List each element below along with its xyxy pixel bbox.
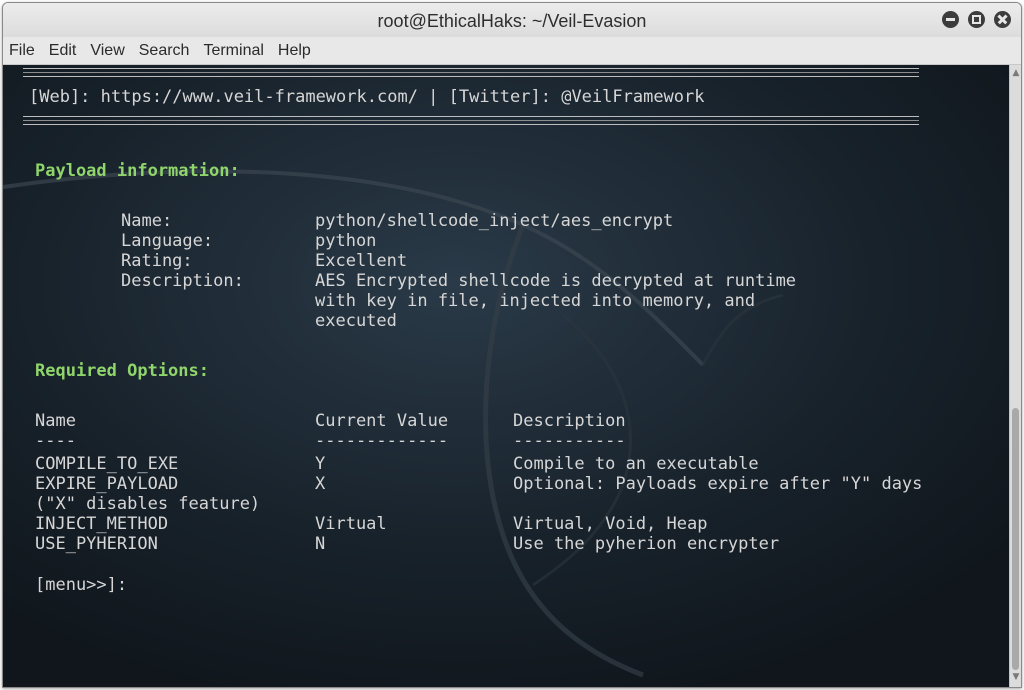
info-key-name: Name: xyxy=(121,211,173,231)
option-value: Virtual xyxy=(315,514,387,534)
banner-links: [Web]: https://www.veil-framework.com/ |… xyxy=(29,87,705,107)
col-header-description: Description xyxy=(513,411,626,431)
col-underline-name: ---- xyxy=(35,431,76,451)
menu-bar: File Edit View Search Terminal Help xyxy=(3,37,1021,65)
info-value-rating: Excellent xyxy=(315,251,408,271)
title-bar[interactable]: root@EthicalHaks: ~/Veil-Evasion xyxy=(3,3,1021,38)
minimize-icon[interactable] xyxy=(942,11,959,28)
banner-rule-top xyxy=(23,68,919,77)
option-name: USE_PYHERION xyxy=(35,534,158,554)
option-description: Optional: Payloads expire after "Y" days xyxy=(513,474,923,494)
info-description-cont-2: executed xyxy=(315,311,397,331)
menu-terminal[interactable]: Terminal xyxy=(203,42,263,60)
option-value: Y xyxy=(315,454,326,474)
col-header-value: Current Value xyxy=(315,411,449,431)
col-underline-value: ------------- xyxy=(315,431,449,451)
menu-file[interactable]: File xyxy=(9,42,35,60)
info-description-cont-1: with key in file, injected into memory, … xyxy=(315,291,756,311)
banner-rule-bottom xyxy=(23,116,919,125)
close-icon[interactable] xyxy=(994,11,1011,28)
window-title: root@EthicalHaks: ~/Veil-Evasion xyxy=(377,11,647,31)
scroll-up-icon[interactable]: ▲ xyxy=(1012,69,1020,78)
option-description: Use the pyherion encrypter xyxy=(513,534,780,554)
required-options-heading: Required Options: xyxy=(35,361,209,381)
scrollbar-thumb[interactable] xyxy=(1012,408,1019,670)
col-underline-description: ----------- xyxy=(513,431,626,451)
payload-info-heading: Payload information: xyxy=(35,161,240,181)
option-name: COMPILE_TO_EXE xyxy=(35,454,179,474)
option-name: INJECT_METHOD xyxy=(35,514,169,534)
menu-edit[interactable]: Edit xyxy=(49,42,77,60)
option-name: EXPIRE_PAYLOAD xyxy=(35,474,179,494)
option-description: Compile to an executable xyxy=(513,454,759,474)
info-value-language: python xyxy=(315,231,377,251)
info-key-description: Description: xyxy=(121,271,244,291)
info-value-description: AES Encrypted shellcode is decrypted at … xyxy=(315,271,797,291)
option-description: Virtual, Void, Heap xyxy=(513,514,708,534)
info-key-language: Language: xyxy=(121,231,214,251)
option-value: N xyxy=(315,534,326,554)
menu-search[interactable]: Search xyxy=(139,42,190,60)
option-name-cont: ("X" disables feature) xyxy=(35,494,261,514)
terminal-scrollbar[interactable]: ▲ ▼ xyxy=(1009,65,1021,687)
menu-help[interactable]: Help xyxy=(278,42,311,60)
window-controls xyxy=(942,11,1011,28)
command-prompt[interactable]: [menu>>]: xyxy=(35,575,127,595)
menu-view[interactable]: View xyxy=(90,42,124,60)
maximize-icon[interactable] xyxy=(968,11,985,28)
info-key-rating: Rating: xyxy=(121,251,193,271)
option-value: X xyxy=(315,474,326,494)
terminal-output[interactable]: [Web]: https://www.veil-framework.com/ |… xyxy=(3,65,1009,687)
scroll-down-icon[interactable]: ▼ xyxy=(1012,673,1020,682)
col-header-name: Name xyxy=(35,411,76,431)
info-value-name: python/shellcode_inject/aes_encrypt xyxy=(315,211,674,231)
terminal-window: root@EthicalHaks: ~/Veil-Evasion File Ed… xyxy=(2,2,1022,688)
